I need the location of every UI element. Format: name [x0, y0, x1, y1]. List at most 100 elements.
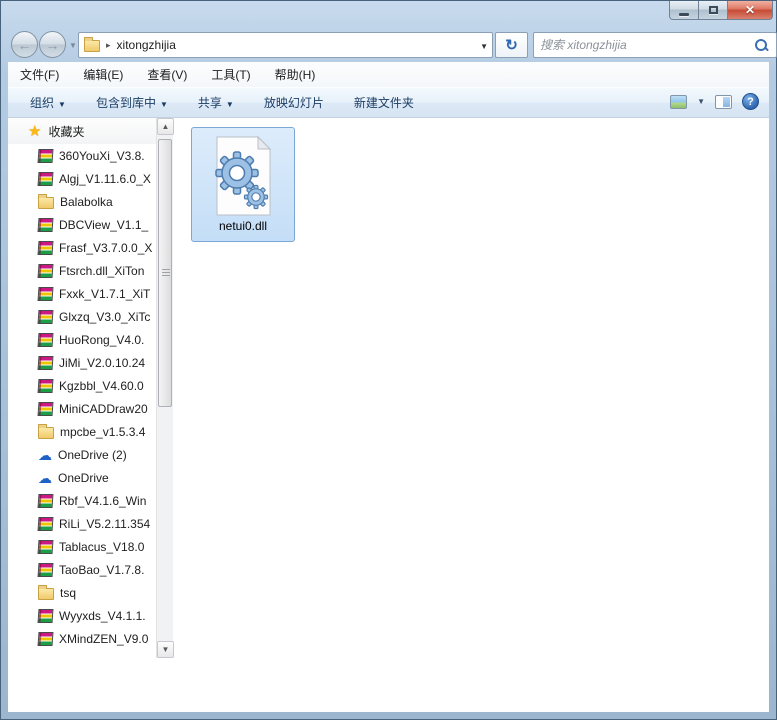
sidebar-item-label: Rbf_V4.1.6_Win — [59, 494, 146, 508]
sidebar-item-label: tsq — [60, 586, 76, 600]
rar-archive-icon — [38, 287, 54, 301]
rar-archive-icon — [38, 218, 54, 232]
sidebar-item[interactable]: JiMi_V2.0.10.24 — [8, 351, 156, 374]
sidebar-item-label: OneDrive — [58, 471, 109, 485]
sidebar-item-label: Balabolka — [60, 195, 113, 209]
address-bar[interactable]: ▸ xitongzhijia ▼ — [78, 32, 493, 58]
rar-archive-icon — [38, 333, 54, 347]
menu-tools[interactable]: 工具(T) — [211, 66, 250, 83]
search-input[interactable] — [540, 34, 750, 56]
sidebar-scrollbar[interactable]: ▲ ▼ — [156, 118, 173, 658]
rar-archive-icon — [38, 310, 54, 324]
sidebar-item-label: MiniCADDraw20 — [59, 402, 148, 416]
sidebar-item-label: TaoBao_V1.7.8. — [59, 563, 144, 577]
toolbar-organize-button[interactable]: 组织 ▼ — [22, 91, 74, 114]
menu-view[interactable]: 查看(V) — [147, 66, 187, 83]
help-icon[interactable]: ? — [742, 93, 759, 110]
sidebar-item[interactable]: Wyyxds_V4.1.1. — [8, 604, 156, 627]
toolbar-new-folder-button[interactable]: 新建文件夹 — [346, 91, 422, 114]
rar-archive-icon — [38, 172, 54, 186]
refresh-button[interactable]: ↻ — [495, 32, 528, 58]
toolbar-slideshow-button[interactable]: 放映幻灯片 — [256, 91, 332, 114]
sidebar-item-label: Frasf_V3.7.0.0_X — [59, 241, 152, 255]
breadcrumb-arrow-icon[interactable]: ▸ — [106, 40, 111, 51]
rar-archive-icon — [38, 356, 54, 370]
breadcrumb-path[interactable]: xitongzhijia — [117, 38, 176, 52]
sidebar-item-label: Kgzbbl_V4.60.0 — [59, 379, 144, 393]
minimize-button[interactable] — [669, 1, 699, 20]
change-view-icon[interactable] — [670, 95, 687, 109]
sidebar-item[interactable]: Glxzq_V3.0_XiTc — [8, 305, 156, 328]
back-icon: ← — [18, 37, 32, 53]
preview-pane-icon[interactable] — [715, 95, 732, 109]
forward-button[interactable]: → — [39, 31, 66, 58]
sidebar-item[interactable]: DBCView_V1.1_ — [8, 213, 156, 236]
sidebar-item-label: RiLi_V5.2.11.354 — [59, 517, 150, 531]
sidebar-item[interactable]: Tablacus_V18.0 — [8, 535, 156, 558]
menu-edit[interactable]: 编辑(E) — [83, 66, 123, 83]
sidebar-item[interactable]: Balabolka — [8, 190, 156, 213]
sidebar-item-label: Fxxk_V1.7.1_XiT — [59, 287, 150, 301]
sidebar-item[interactable]: mpcbe_v1.5.3.4 — [8, 420, 156, 443]
menu-help[interactable]: 帮助(H) — [275, 66, 316, 83]
sidebar-item[interactable]: ☁ OneDrive — [8, 466, 156, 489]
chevron-down-icon: ▼ — [58, 100, 66, 109]
toolbar-share-button[interactable]: 共享▼ — [190, 91, 242, 114]
sidebar-item[interactable]: Fxxk_V1.7.1_XiT — [8, 282, 156, 305]
close-button[interactable]: ✕ — [728, 1, 773, 20]
rar-archive-icon — [38, 563, 54, 577]
sidebar-item-label: XMindZEN_V9.0 — [59, 632, 148, 646]
sidebar-item[interactable]: Rbf_V4.1.6_Win — [8, 489, 156, 512]
command-bar: 组织 ▼ 包含到库中▼ 共享▼ 放映幻灯片 新建文件夹 ▼ ? — [8, 87, 769, 118]
rar-archive-icon — [38, 379, 54, 393]
rar-archive-icon — [38, 402, 54, 416]
recent-pages-dropdown[interactable]: ▼ — [69, 41, 77, 50]
sidebar-item[interactable]: TaoBao_V1.7.8. — [8, 558, 156, 581]
scroll-up-icon[interactable]: ▲ — [157, 118, 174, 135]
window-controls: ✕ — [669, 1, 773, 20]
rar-archive-icon — [38, 494, 54, 508]
explorer-body: ★ 收藏夹 360YouXi_V3.8. Algj_V1.11.6.0_X Ba… — [8, 118, 769, 658]
maximize-button[interactable] — [699, 1, 728, 20]
forward-icon: → — [46, 37, 60, 53]
star-icon: ★ — [28, 122, 41, 140]
folder-icon — [38, 197, 54, 209]
file-list-view[interactable]: netui0.dll — [174, 118, 769, 658]
back-button[interactable]: ← — [11, 31, 38, 58]
sidebar-item[interactable]: Kgzbbl_V4.60.0 — [8, 374, 156, 397]
sidebar-item-label: Wyyxds_V4.1.1. — [59, 609, 146, 623]
sidebar-item[interactable]: Frasf_V3.7.0.0_X — [8, 236, 156, 259]
folder-icon — [38, 427, 54, 439]
sidebar-item[interactable]: 360YouXi_V3.8. — [8, 144, 156, 167]
sidebar-item-label: Algj_V1.11.6.0_X — [59, 172, 151, 186]
sidebar-item[interactable]: HuoRong_V4.0. — [8, 328, 156, 351]
sidebar-item[interactable]: Algj_V1.11.6.0_X — [8, 167, 156, 190]
dll-file-icon — [210, 135, 276, 217]
sidebar-item[interactable]: RiLi_V5.2.11.354 — [8, 512, 156, 535]
favorites-header[interactable]: ★ 收藏夹 — [8, 118, 156, 144]
change-view-dropdown-icon[interactable]: ▼ — [697, 97, 705, 106]
chevron-down-icon: ▼ — [160, 100, 168, 109]
sidebar-item[interactable]: MiniCADDraw20 — [8, 397, 156, 420]
sidebar-item[interactable]: Ftsrch.dll_XiTon — [8, 259, 156, 282]
search-icon[interactable] — [755, 39, 768, 52]
sidebar-item-label: Glxzq_V3.0_XiTc — [59, 310, 150, 324]
onedrive-cloud-icon: ☁ — [38, 471, 52, 485]
scrollbar-thumb[interactable] — [158, 139, 172, 407]
toolbar-organize-label: 组织 — [30, 96, 54, 110]
sidebar-item[interactable]: tsq — [8, 581, 156, 604]
client-area: 文件(F) 编辑(E) 查看(V) 工具(T) 帮助(H) 组织 ▼ 包含到库中▼… — [8, 62, 769, 712]
file-item-netui0-dll[interactable]: netui0.dll — [191, 127, 295, 242]
sidebar-item[interactable]: ☁OneDrive (2) — [8, 443, 156, 466]
address-dropdown-icon[interactable]: ▼ — [480, 42, 488, 51]
scroll-down-icon[interactable]: ▼ — [157, 641, 174, 658]
toolbar-new-folder-label: 新建文件夹 — [354, 96, 414, 110]
sidebar-item-label: mpcbe_v1.5.3.4 — [60, 425, 145, 439]
search-box — [533, 32, 777, 58]
sidebar-item-label: HuoRong_V4.0. — [59, 333, 144, 347]
navigation-pane: ★ 收藏夹 360YouXi_V3.8. Algj_V1.11.6.0_X Ba… — [8, 118, 156, 658]
sidebar-item[interactable]: XMindZEN_V9.0 — [8, 627, 156, 650]
toolbar-include-in-library-button[interactable]: 包含到库中▼ — [88, 91, 176, 114]
menu-file[interactable]: 文件(F) — [20, 66, 59, 83]
chevron-down-icon: ▼ — [226, 100, 234, 109]
